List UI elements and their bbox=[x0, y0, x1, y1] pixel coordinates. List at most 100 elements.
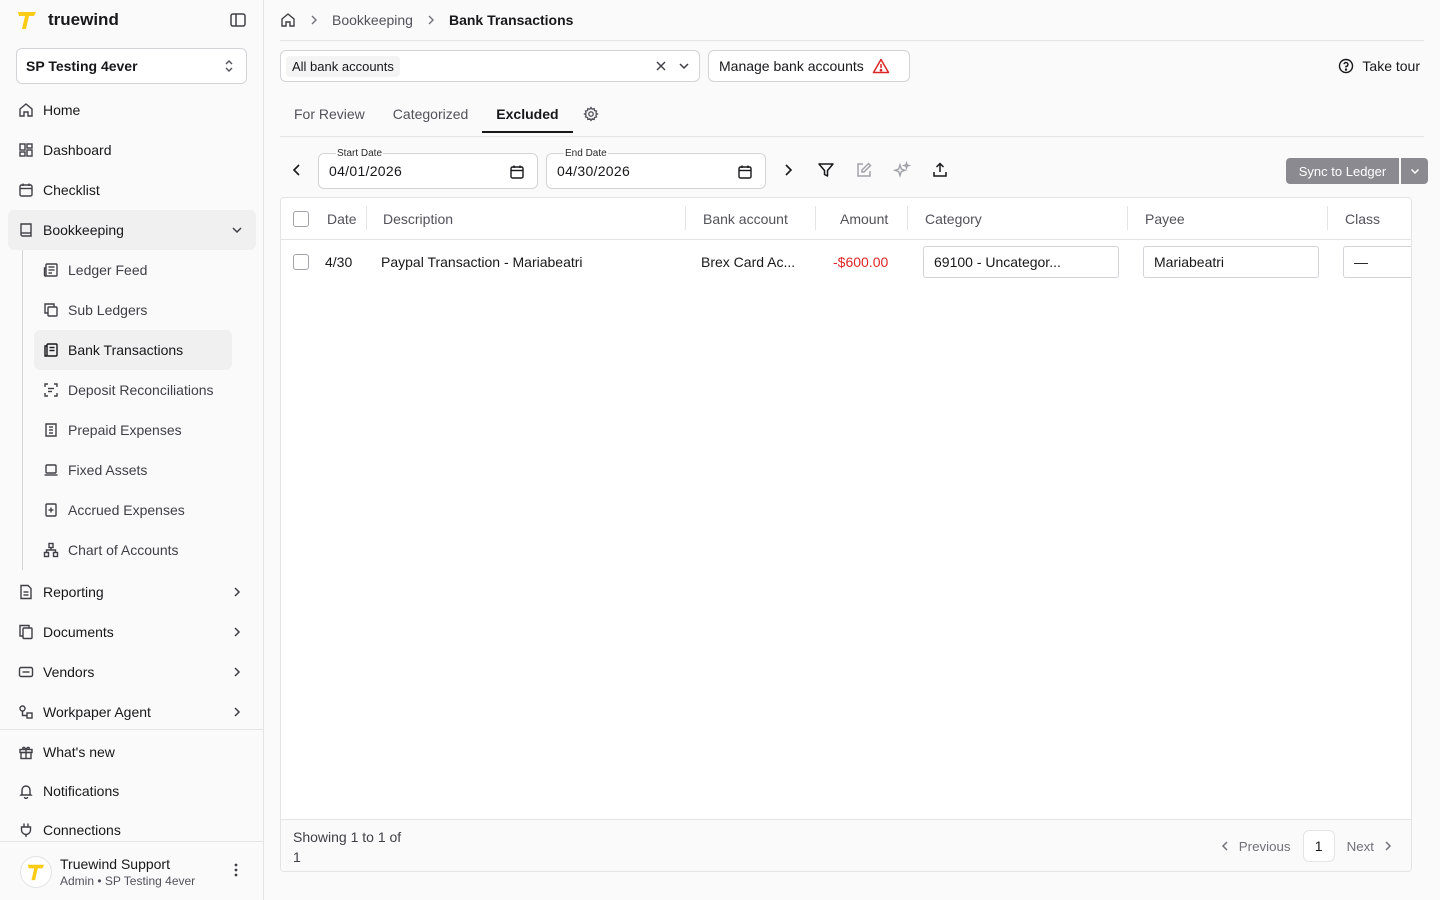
next-page-button[interactable]: Next bbox=[1347, 839, 1394, 854]
sidebar-item-bank-transactions[interactable]: Bank Transactions bbox=[34, 330, 232, 370]
column-divider[interactable] bbox=[685, 206, 686, 230]
more-vertical-icon[interactable] bbox=[228, 862, 244, 878]
nav-label-checklist: Checklist bbox=[43, 182, 100, 198]
sync-options-button[interactable] bbox=[1401, 158, 1428, 184]
bank-account-select[interactable]: All bank accounts bbox=[280, 50, 700, 82]
row-amount: -$600.00 bbox=[833, 254, 889, 270]
upload-icon[interactable] bbox=[931, 161, 949, 179]
nav-item-workpaper-agent[interactable]: Workpaper Agent bbox=[8, 692, 256, 732]
nav-label-connections: Connections bbox=[43, 821, 121, 838]
sidebar-item-label: Ledger Feed bbox=[68, 262, 148, 278]
sparkles-icon[interactable] bbox=[893, 161, 911, 179]
nav-item-checklist[interactable]: Checklist bbox=[8, 170, 256, 210]
main-content: Bookkeeping Bank Transactions All bank a… bbox=[264, 0, 1440, 900]
organization-select[interactable]: SP Testing 4ever bbox=[16, 48, 247, 84]
breadcrumb-bookkeeping[interactable]: Bookkeeping bbox=[332, 12, 413, 28]
nav-item-dashboard[interactable]: Dashboard bbox=[8, 130, 256, 170]
column-header-payee[interactable]: Payee bbox=[1145, 198, 1185, 239]
sidebar-collapse-button[interactable] bbox=[229, 10, 249, 30]
calendar-icon[interactable] bbox=[737, 164, 753, 180]
column-divider[interactable] bbox=[815, 206, 816, 230]
plug-icon bbox=[18, 822, 34, 838]
column-divider[interactable] bbox=[1327, 206, 1328, 230]
tab-for-review[interactable]: For Review bbox=[280, 96, 379, 132]
row-checkbox[interactable] bbox=[293, 240, 309, 284]
nav-item-documents[interactable]: Documents bbox=[8, 612, 256, 652]
take-tour-button[interactable]: Take tour bbox=[1338, 54, 1420, 78]
sidebar-item-chart-of-accounts[interactable]: Chart of Accounts bbox=[34, 530, 232, 570]
nav-item-bookkeeping[interactable]: Bookkeeping bbox=[8, 210, 256, 250]
column-divider[interactable] bbox=[907, 206, 908, 230]
chevron-right-icon bbox=[230, 705, 244, 719]
sidebar-divider bbox=[0, 841, 264, 842]
end-date-value: 04/30/2026 bbox=[557, 163, 631, 179]
gear-icon bbox=[582, 106, 599, 122]
start-date-field[interactable]: Start Date 04/01/2026 bbox=[318, 148, 538, 189]
sidebar-item-ledger-feed[interactable]: Ledger Feed bbox=[34, 250, 232, 290]
nav-item-connections[interactable]: Connections bbox=[8, 810, 256, 849]
network-icon bbox=[43, 542, 59, 558]
brand[interactable]: truewind bbox=[16, 8, 119, 32]
receipt-text-icon bbox=[43, 422, 59, 438]
table-header: Date Description Bank account Amount Cat… bbox=[281, 198, 1411, 240]
column-header-date[interactable]: Date bbox=[327, 198, 357, 239]
sidebar-item-prepaid-expenses[interactable]: Prepaid Expenses bbox=[34, 410, 232, 450]
filter-icon[interactable] bbox=[817, 161, 835, 179]
chevron-right-icon bbox=[425, 14, 437, 26]
selected-account-chip: All bank accounts bbox=[286, 55, 400, 77]
edit-icon[interactable] bbox=[855, 161, 873, 179]
column-header-description[interactable]: Description bbox=[383, 198, 453, 239]
pagination-summary: Showing 1 to 1 of 1 bbox=[293, 829, 402, 865]
column-divider[interactable] bbox=[1127, 206, 1128, 230]
tab-excluded[interactable]: Excluded bbox=[482, 96, 573, 133]
chevron-right-icon bbox=[1382, 840, 1394, 852]
tab-categorized[interactable]: Categorized bbox=[379, 96, 483, 132]
bell-icon bbox=[18, 783, 34, 799]
sidebar-item-label: Chart of Accounts bbox=[68, 542, 179, 558]
column-divider[interactable] bbox=[366, 206, 367, 230]
previous-period-icon[interactable] bbox=[288, 161, 306, 179]
nav-item-reporting[interactable]: Reporting bbox=[8, 572, 256, 612]
sidebar-item-sub-ledgers[interactable]: Sub Ledgers bbox=[34, 290, 232, 330]
manage-bank-accounts-button[interactable]: Manage bank accounts bbox=[708, 50, 910, 82]
sidebar: truewind SP Testing 4ever Home Dashboard… bbox=[0, 0, 264, 900]
nav-label-documents: Documents bbox=[43, 624, 114, 640]
tab-settings[interactable] bbox=[573, 96, 609, 132]
table-row[interactable]: 4/30 Paypal Transaction - Mariabeatri Br… bbox=[281, 240, 1411, 284]
nav-item-home[interactable]: Home bbox=[8, 90, 256, 130]
sidebar-item-fixed-assets[interactable]: Fixed Assets bbox=[34, 450, 232, 490]
clear-icon[interactable] bbox=[655, 60, 667, 72]
end-date-label: End Date bbox=[564, 148, 608, 159]
row-description: Paypal Transaction - Mariabeatri bbox=[381, 254, 583, 270]
column-header-bank-account[interactable]: Bank account bbox=[703, 198, 788, 239]
sidebar-item-label: Accrued Expenses bbox=[68, 502, 185, 518]
sidebar-item-accrued-expenses[interactable]: Accrued Expenses bbox=[34, 490, 232, 530]
next-period-icon[interactable] bbox=[779, 161, 797, 179]
book-icon bbox=[18, 222, 34, 238]
payee-select[interactable]: Mariabeatri bbox=[1143, 246, 1319, 278]
class-select[interactable]: — bbox=[1343, 246, 1411, 278]
column-header-category[interactable]: Category bbox=[925, 198, 982, 239]
nav-item-notifications[interactable]: Notifications bbox=[8, 771, 256, 810]
home-icon[interactable] bbox=[280, 12, 296, 28]
sync-to-ledger-button[interactable]: Sync to Ledger bbox=[1286, 158, 1399, 184]
sidebar-item-label: Prepaid Expenses bbox=[68, 422, 182, 438]
scan-text-icon bbox=[43, 382, 59, 398]
file-plus-icon bbox=[43, 502, 59, 518]
page-number-button[interactable]: 1 bbox=[1302, 830, 1335, 862]
nav-item-whats-new[interactable]: What's new bbox=[8, 732, 256, 771]
sidebar-item-deposit-reconciliations[interactable]: Deposit Reconciliations bbox=[34, 370, 232, 410]
select-all-checkbox[interactable] bbox=[293, 198, 309, 239]
previous-page-button[interactable]: Previous bbox=[1219, 839, 1291, 854]
user-card[interactable]: Truewind Support Admin • SP Testing 4eve… bbox=[20, 852, 250, 892]
transactions-toolbar: Start Date 04/01/2026 End Date 04/30/202… bbox=[280, 148, 1428, 189]
category-select[interactable]: 69100 - Uncategor... bbox=[923, 246, 1119, 278]
column-header-amount[interactable]: Amount bbox=[840, 198, 888, 239]
table-footer: Showing 1 to 1 of 1 Previous 1 Next bbox=[281, 819, 1411, 871]
chevron-down-icon[interactable] bbox=[677, 59, 691, 73]
calendar-icon[interactable] bbox=[509, 164, 525, 180]
end-date-field[interactable]: End Date 04/30/2026 bbox=[546, 148, 766, 189]
column-header-class[interactable]: Class bbox=[1345, 198, 1380, 239]
nav-item-vendors[interactable]: Vendors bbox=[8, 652, 256, 692]
bookkeeping-subnav: Ledger Feed Sub Ledgers Bank Transaction… bbox=[22, 250, 256, 570]
